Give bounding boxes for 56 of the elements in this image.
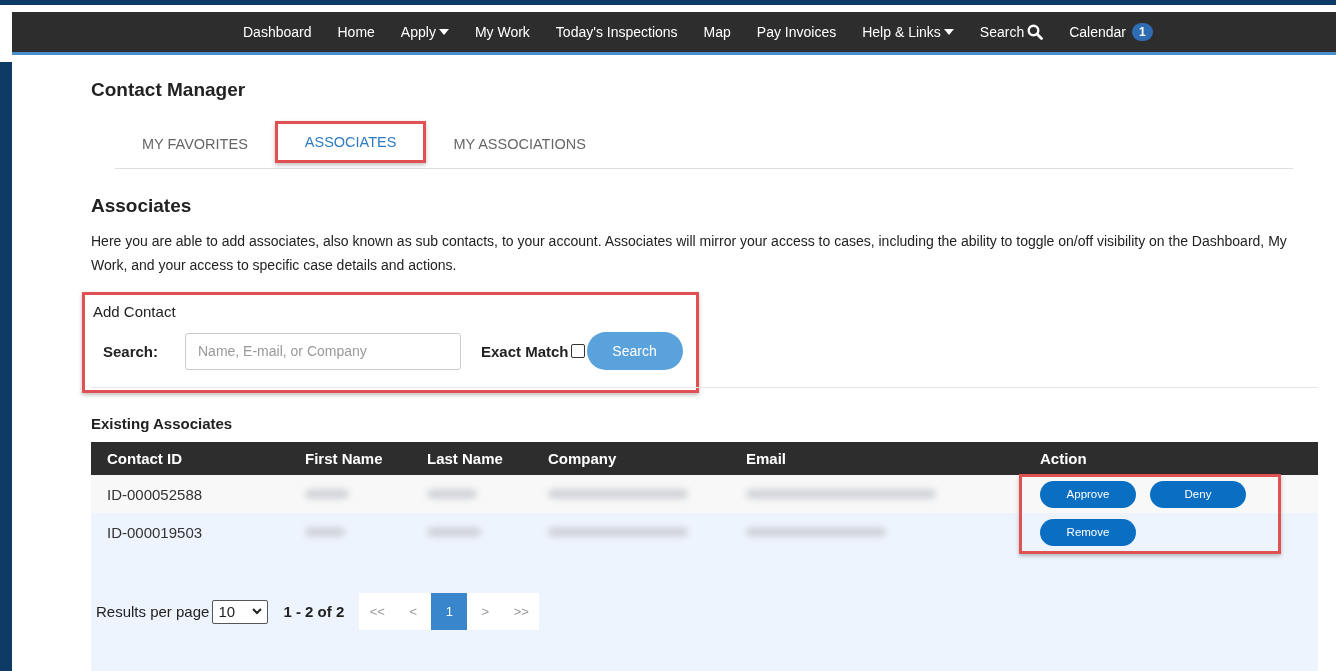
- blurred-text: [427, 527, 481, 537]
- nav-link[interactable]: Today's Inspections: [542, 24, 691, 40]
- column-header: Company: [548, 450, 618, 467]
- nav-link[interactable]: Dashboard: [230, 24, 325, 40]
- nav-link[interactable]: Help & Links: [849, 24, 967, 40]
- nav-link[interactable]: Calendar 1: [1056, 23, 1166, 41]
- nav-link[interactable]: My Work: [461, 24, 543, 40]
- add-contact-title: Add Contact: [93, 303, 177, 320]
- nav-label: Search: [979, 24, 1025, 40]
- column-header: Action: [1040, 450, 1088, 467]
- caret-icon: [943, 29, 954, 35]
- nav-label: Today's Inspections: [555, 24, 678, 40]
- existing-associates-title: Existing Associates: [91, 415, 234, 432]
- action-button[interactable]: Remove: [1040, 518, 1136, 546]
- tab[interactable]: MY FAVORITES: [115, 131, 275, 156]
- chevron-down-icon: [252, 608, 263, 615]
- exact-match-checkbox[interactable]: [570, 344, 585, 358]
- tab[interactable]: ASSOCIATES: [277, 129, 424, 154]
- nav-label: Dashboard: [243, 24, 312, 40]
- search-label: Search:: [103, 342, 160, 360]
- nav-link[interactable]: Map: [690, 24, 744, 40]
- nav-label: Home: [337, 24, 375, 40]
- page-title: Contact Manager: [91, 79, 247, 101]
- nav-link[interactable]: Search: [966, 24, 1057, 40]
- column-header: Last Name: [427, 450, 504, 467]
- caret-icon: [438, 29, 449, 35]
- result-range: 1 - 2 of 2: [283, 603, 345, 620]
- section-title: Associates: [91, 195, 193, 217]
- per-page-select[interactable]: 10: [212, 599, 269, 624]
- column-header: Email: [746, 450, 788, 467]
- table-cell-text: ID-000052588: [107, 485, 204, 503]
- tab[interactable]: MY ASSOCIATIONS: [426, 131, 613, 156]
- nav-label: My Work: [474, 24, 530, 40]
- exact-match-label: Exact Match: [481, 342, 569, 360]
- results-per-page-label: Results per page: [96, 603, 210, 620]
- count-badge: 1: [1132, 23, 1153, 41]
- column-header: First Name: [305, 450, 384, 467]
- search-field[interactable]: Name, E-mail, or Company: [185, 332, 461, 370]
- blurred-text: [305, 489, 349, 499]
- nav-label: Apply: [400, 24, 436, 40]
- blurred-text: [427, 489, 477, 499]
- blurred-text: [305, 527, 345, 537]
- nav-link[interactable]: Pay Invoices: [743, 24, 850, 40]
- page-button[interactable]: 1: [431, 593, 468, 630]
- nav-label: Calendar: [1069, 24, 1126, 40]
- nav-label: Pay Invoices: [756, 24, 837, 40]
- search-icon: [1027, 24, 1044, 40]
- table-cell-text: ID-000019503: [107, 523, 204, 541]
- nav-link[interactable]: Apply: [387, 24, 462, 40]
- nav-link[interactable]: Home: [324, 24, 388, 40]
- description-text: Here you are able to add associates, also known as sub contacts, to your account. Associates will mirror your access to cases, including the ability to toggle on/off visibility on the Dashboard, My Work, and your access to specific case details and actions.: [91, 232, 1288, 275]
- action-button[interactable]: Deny: [1150, 480, 1246, 508]
- action-button[interactable]: Approve: [1040, 480, 1136, 508]
- column-header: Contact ID: [107, 450, 183, 467]
- nav-label: Map: [703, 24, 731, 40]
- nav-label: Help & Links: [862, 24, 941, 40]
